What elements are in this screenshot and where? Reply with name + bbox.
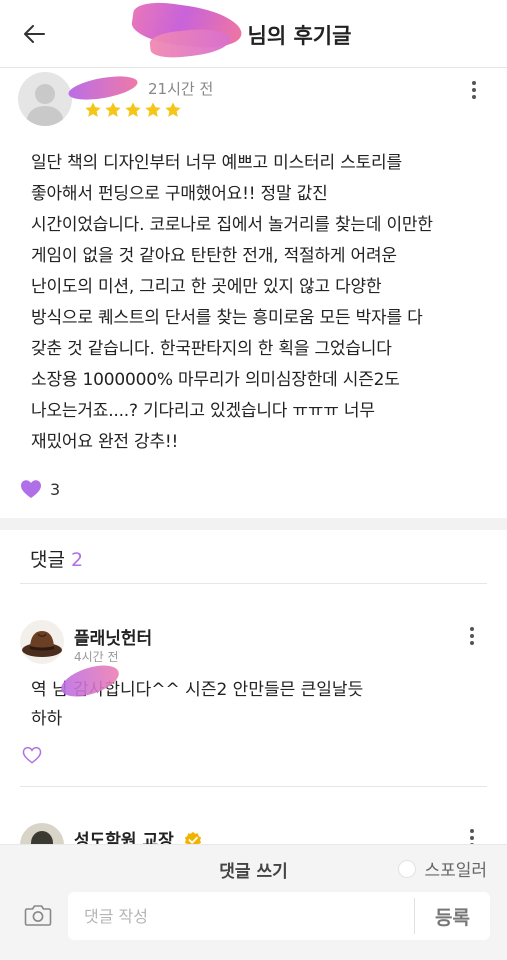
section-divider — [0, 518, 507, 530]
heart-filled-icon[interactable] — [20, 479, 42, 499]
comments-header: 댓글 2 — [30, 545, 83, 572]
star-icon — [125, 102, 141, 117]
camera-button[interactable] — [24, 903, 54, 929]
star-icon — [145, 102, 161, 117]
comment-composer: 댓글 쓰기 스포일러 등록 — [0, 844, 507, 960]
page-title-suffix: 님의 후기글 — [247, 24, 352, 48]
header-bar: 님의 후기글 — [0, 0, 507, 68]
divider — [20, 786, 487, 787]
comment-more-menu-icon[interactable] — [460, 624, 484, 648]
comment-input[interactable] — [84, 892, 404, 940]
camera-icon — [24, 905, 52, 926]
comment-body-line: 하하 — [31, 709, 63, 729]
star-icon — [85, 102, 101, 117]
comment-author[interactable]: 플래닛헌터 — [74, 624, 152, 649]
page-title: 님의 후기글 — [0, 20, 507, 50]
avatar[interactable] — [20, 620, 64, 664]
spoiler-toggle[interactable]: 스포일러 — [398, 856, 487, 881]
default-avatar-icon — [26, 84, 64, 126]
like-row: 3 — [20, 478, 60, 500]
review-header: 21시간 전 — [0, 68, 507, 138]
divider — [20, 583, 487, 584]
submit-button[interactable]: 등록 — [415, 892, 490, 940]
redacted-author-name — [66, 72, 140, 104]
review-more-menu-icon[interactable] — [462, 78, 486, 102]
hat-avatar-icon — [20, 620, 64, 664]
heart-outline-icon[interactable] — [22, 746, 42, 764]
comment-input-box: 등록 — [68, 892, 490, 940]
like-count: 3 — [50, 479, 61, 499]
spoiler-radio[interactable] — [398, 859, 417, 878]
review-body: 일단 책의 디자인부터 너무 예쁘고 미스터리 스토리를 좋아해서 펀딩으로 구… — [31, 153, 433, 452]
spoiler-label: 스포일러 — [424, 861, 487, 881]
review-time: 21시간 전 — [148, 80, 214, 98]
comments-count: 2 — [70, 549, 84, 571]
rating-stars — [84, 101, 182, 119]
avatar[interactable] — [18, 72, 72, 126]
comments-label: 댓글 — [30, 549, 65, 571]
star-icon — [165, 102, 181, 117]
comment-time: 4시간 전 — [74, 650, 119, 664]
star-icon — [105, 102, 121, 117]
